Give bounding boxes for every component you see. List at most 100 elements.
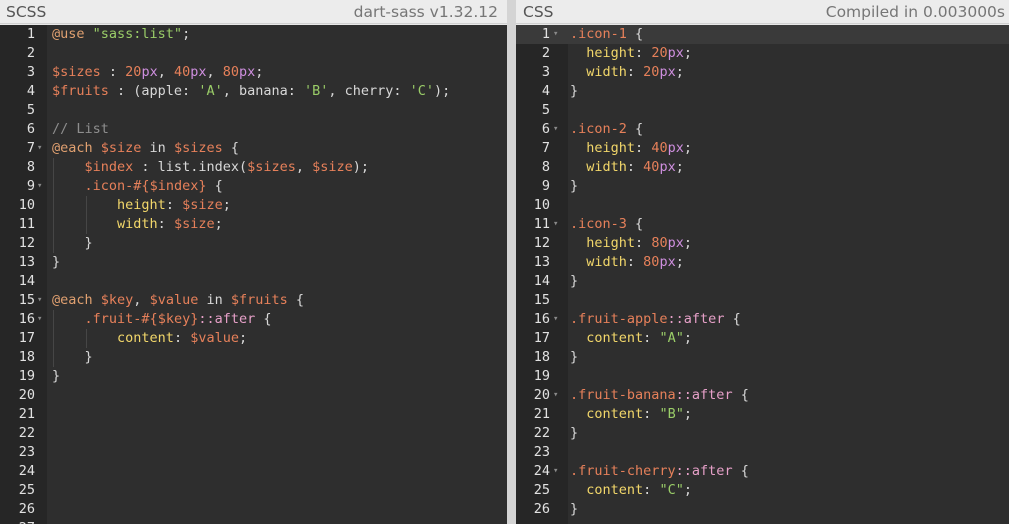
code-line[interactable]: 9 ▾ .icon-#{$index} { [0, 177, 507, 196]
code-line[interactable]: 17 content: "A"; [516, 329, 1009, 348]
code-line[interactable]: 10 [516, 196, 1009, 215]
code-line[interactable]: 1 @use "sass:list"; [0, 25, 507, 44]
fold-arrow-icon[interactable]: ▾ [553, 462, 558, 481]
line-number: 3 [26, 64, 35, 80]
code-line[interactable]: 21 content: "B"; [516, 405, 1009, 424]
line-number: 24 [533, 463, 550, 479]
code-line[interactable]: 13 width: 80px; [516, 253, 1009, 272]
code-line[interactable]: 6 ▾ .icon-2 { [516, 120, 1009, 139]
code-token: 'A' [198, 83, 223, 99]
code-line[interactable]: 20 ▾ .fruit-banana::after { [516, 386, 1009, 405]
code-line[interactable]: 12 height: 80px; [516, 234, 1009, 253]
code-text: } [52, 348, 93, 367]
code-line[interactable]: 3 width: 20px; [516, 63, 1009, 82]
code-line[interactable]: 25 content: "C"; [516, 481, 1009, 500]
line-number: 20 [18, 387, 35, 403]
code-token: } [570, 349, 579, 365]
code-line[interactable]: 26 [0, 500, 507, 519]
code-text: height: $size; [52, 196, 231, 215]
code-token: ; [675, 64, 684, 80]
code-line[interactable]: 2 height: 20px; [516, 44, 1009, 63]
code-line[interactable]: 18 } [0, 348, 507, 367]
scss-code-lines[interactable]: 1 @use "sass:list"; 2 3 $sizes : 20px, 40px,… [0, 25, 507, 524]
code-text: } [570, 348, 578, 367]
code-line[interactable]: 24 ▾ .fruit-cherry::after { [516, 462, 1009, 481]
code-token: .fruit-banana [570, 387, 676, 403]
fold-arrow-icon[interactable]: ▾ [553, 25, 558, 44]
fold-arrow-icon[interactable]: ▾ [553, 310, 558, 329]
code-line[interactable]: 16 ▾ .fruit-apple::after { [516, 310, 1009, 329]
code-line[interactable]: 7 height: 40px; [516, 139, 1009, 158]
code-line[interactable]: 5 [516, 101, 1009, 120]
line-number: 4 [26, 83, 35, 99]
code-line[interactable]: 22 [0, 424, 507, 443]
code-line[interactable]: 16 ▾ .fruit-#{$key}::after { [0, 310, 507, 329]
code-line[interactable]: 23 [516, 443, 1009, 462]
code-line[interactable]: 3 $sizes : 20px, 40px, 80px; [0, 63, 507, 82]
pane-divider[interactable] [507, 0, 516, 524]
line-number: 27 [0, 519, 35, 524]
code-line[interactable]: 23 [0, 443, 507, 462]
code-line[interactable]: 11 width: $size; [0, 215, 507, 234]
code-line[interactable]: 6 // List [0, 120, 507, 139]
fold-arrow-icon[interactable]: ▾ [37, 310, 42, 329]
code-line[interactable]: 19 [516, 367, 1009, 386]
fold-arrow-icon[interactable]: ▾ [37, 139, 42, 158]
fold-arrow-icon[interactable]: ▾ [37, 177, 42, 196]
code-line[interactable]: 20 [0, 386, 507, 405]
css-code-lines[interactable]: 1 ▾ .icon-1 {2 height: 20px; 3 width: 20px;… [516, 25, 1009, 519]
code-line[interactable]: 19} [0, 367, 507, 386]
code-line[interactable]: 1 ▾ .icon-1 { [516, 25, 1009, 44]
code-line[interactable]: 13} [0, 253, 507, 272]
code-line[interactable]: 24 [0, 462, 507, 481]
code-token: : [157, 216, 174, 232]
scss-editor[interactable]: 1 @use "sass:list"; 2 3 $sizes : 20px, 40px,… [0, 25, 507, 524]
code-text: } [52, 367, 60, 386]
fold-arrow-icon[interactable]: ▾ [37, 291, 42, 310]
code-text: .fruit-cherry::after { [570, 462, 749, 481]
code-line[interactable]: 14} [516, 272, 1009, 291]
code-line[interactable]: 12 } [0, 234, 507, 253]
code-line[interactable]: 27 [0, 519, 507, 524]
code-token: $key [100, 292, 134, 308]
code-line[interactable]: 4} [516, 82, 1009, 101]
line-number: 22 [533, 425, 550, 441]
code-line[interactable]: 18} [516, 348, 1009, 367]
code-token: 80 [643, 254, 660, 270]
code-line[interactable]: 4 $fruits : (apple: 'A', banana: 'B', che… [0, 82, 507, 101]
code-line[interactable]: 11 ▾ .icon-3 { [516, 215, 1009, 234]
code-line[interactable]: 7 ▾ @each $size in $sizes { [0, 139, 507, 158]
code-token: : [165, 197, 183, 213]
fold-arrow-icon[interactable]: ▾ [553, 386, 558, 405]
code-token: : [626, 64, 644, 80]
code-token: 20 [125, 64, 142, 80]
fold-arrow-icon[interactable]: ▾ [553, 120, 558, 139]
code-line[interactable]: 9} [516, 177, 1009, 196]
scss-pane-header: SCSS dart-sass v1.32.12 [0, 0, 507, 24]
code-token: $size [100, 140, 142, 156]
code-token: $index [84, 159, 134, 175]
line-number: 14 [533, 273, 550, 289]
code-line[interactable]: 8 width: 40px; [516, 158, 1009, 177]
code-line[interactable]: 10 height: $size; [0, 196, 507, 215]
code-line[interactable]: 8 $index : list.index($sizes, $size); [0, 158, 507, 177]
code-line[interactable]: 25 [0, 481, 507, 500]
code-line[interactable]: 2 [0, 44, 507, 63]
code-line[interactable]: 14 [0, 272, 507, 291]
code-line[interactable]: 22} [516, 424, 1009, 443]
code-token: : [643, 482, 660, 498]
code-line[interactable]: 15 ▾ @each $key, $value in $fruits { [0, 291, 507, 310]
fold-arrow-icon[interactable]: ▾ [553, 215, 558, 234]
code-token: , cherry: [328, 83, 410, 99]
line-number: 1 [516, 25, 550, 44]
code-line[interactable]: 21 [0, 405, 507, 424]
code-line[interactable]: 5 [0, 101, 507, 120]
sass-version-label: dart-sass v1.32.12 [353, 3, 498, 21]
code-line[interactable]: 15 [516, 291, 1009, 310]
code-line[interactable]: 26} [516, 500, 1009, 519]
css-output-editor[interactable]: 1 ▾ .icon-1 {2 height: 20px; 3 width: 20px;… [516, 25, 1009, 524]
code-token: ; [675, 159, 684, 175]
code-line[interactable]: 17 content: $value; [0, 329, 507, 348]
